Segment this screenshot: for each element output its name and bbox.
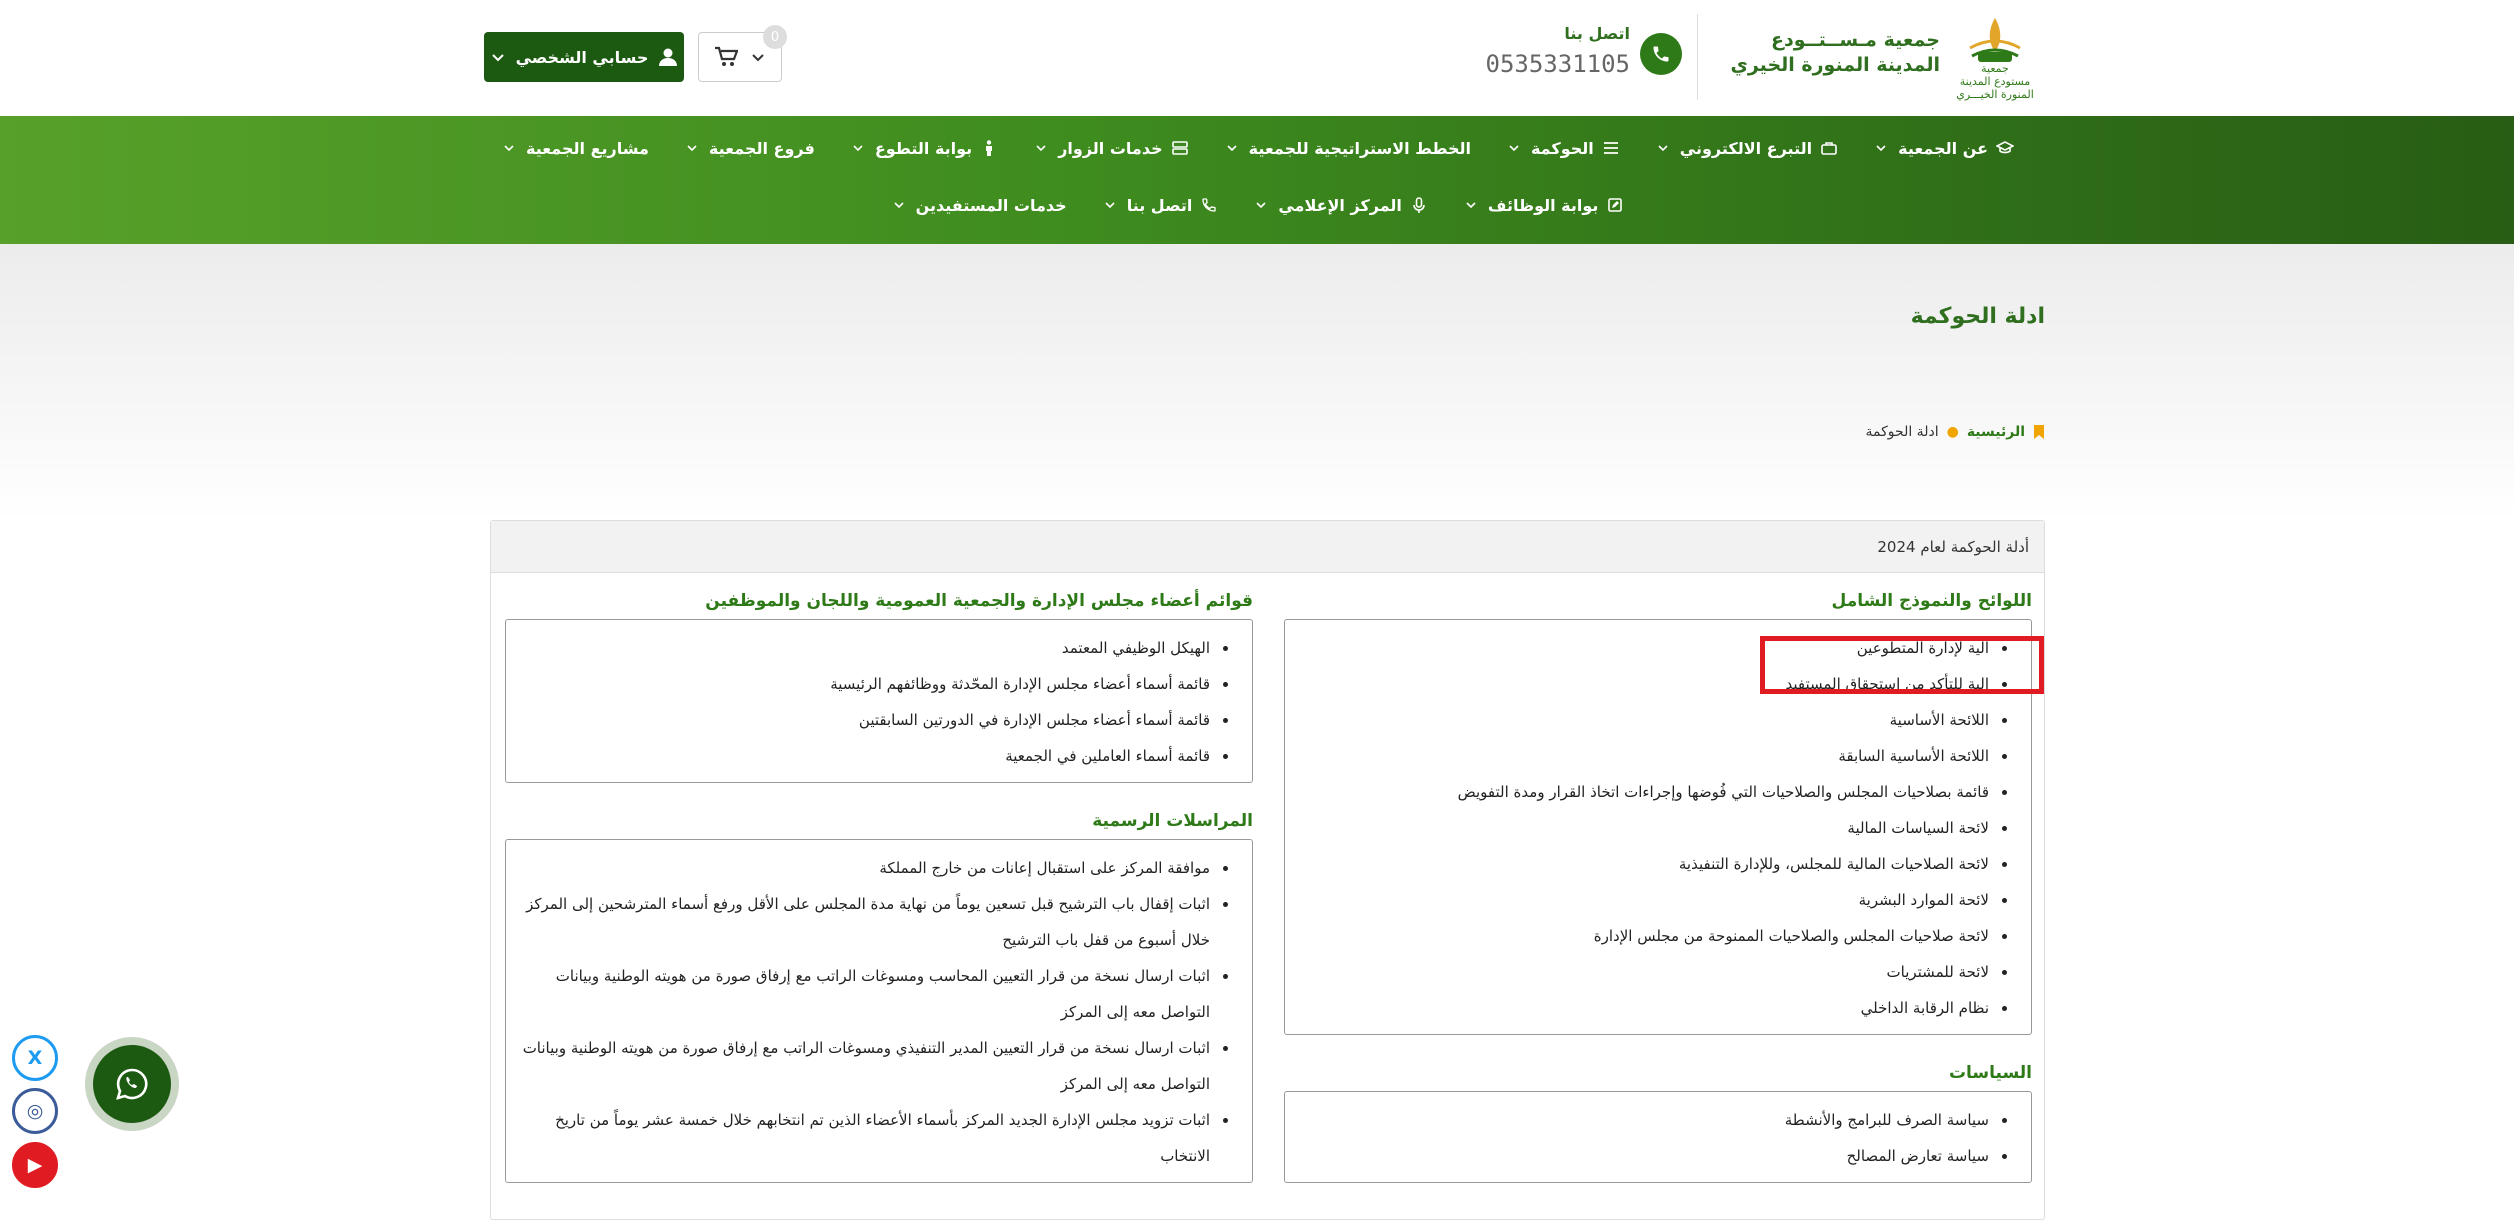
chevron-down-icon [1223, 139, 1241, 157]
section-title: اللوائح والنموذج الشامل [1831, 591, 2032, 611]
contact-label: اتصل بنا [1564, 24, 1630, 43]
list-item[interactable]: موافقة المركز على استقبال إعانات من خارج… [516, 850, 1212, 886]
list-item[interactable]: لائحة السياسات المالية [1295, 810, 1991, 846]
nav-row-2: بوابة الوظائف المركز الإعلامي اتصل بنا خ… [0, 193, 2514, 217]
list-item[interactable]: سياسة الصرف للبرامج والأنشطة [1295, 1102, 1991, 1138]
user-icon [659, 48, 678, 66]
breadcrumb-current: ادلة الحوكمة [1865, 424, 1939, 440]
org-name-line2: المدينة المنورة الخيري [1730, 54, 1940, 76]
cart-count-badge: 0 [763, 25, 787, 49]
nav-item-jobs[interactable]: بوابة الوظائف [1462, 193, 1624, 217]
chevron-down-icon [1101, 196, 1119, 214]
briefcase-icon [1820, 139, 1838, 157]
card-header[interactable]: أدلة الحوكمة لعام 2024 [491, 521, 2044, 573]
policies-list-box: سياسة الصرف للبرامج والأنشطة سياسة تعارض… [1284, 1091, 2032, 1183]
list-icon [1602, 139, 1620, 157]
logo-caption: جمعية مستودع المدينة المنورة الخيـــري [1956, 62, 2034, 101]
main-nav: عن الجمعية التبرع الالكتروني الحوكمة الخ… [0, 116, 2514, 244]
chevron-down-icon [1252, 196, 1270, 214]
list-item[interactable]: اثبات ارسال نسخة من قرار التعيين المدير … [516, 1030, 1212, 1102]
list-item[interactable]: نظام الرقابة الداخلي [1295, 990, 1991, 1026]
chevron-down-icon [1872, 139, 1890, 157]
whatsapp-button[interactable] [85, 1037, 179, 1131]
list-item[interactable]: لائحة للمشتريات [1295, 954, 1991, 990]
policies-list: سياسة الصرف للبرامج والأنشطة سياسة تعارض… [1295, 1102, 2017, 1174]
nav-item-volunteer[interactable]: بوابة التطوع [849, 136, 998, 160]
account-button[interactable]: حسابي الشخصي [484, 32, 684, 82]
list-item[interactable]: لائحة صلاحيات المجلس والصلاحيات الممنوحة… [1295, 918, 1991, 954]
members-list: الهيكل الوظيفي المعتمد قائمة أسماء أعضاء… [516, 630, 1238, 774]
server-icon [1171, 139, 1189, 157]
org-name-line1: جمعية مـســتــودع [1770, 29, 1940, 51]
phone-call-button[interactable] [1640, 33, 1682, 75]
list-item[interactable]: لائحة الموارد البشرية [1295, 882, 1991, 918]
chevron-down-icon [890, 196, 908, 214]
youtube-icon[interactable]: ▶ [12, 1142, 58, 1188]
nav-item-governance[interactable]: الحوكمة [1505, 136, 1620, 160]
section-title: السياسات [1948, 1063, 2032, 1083]
cart-icon [715, 46, 738, 66]
list-item[interactable]: اثبات تزويد مجلس الإدارة الجديد المركز ب… [516, 1102, 1212, 1174]
list-item[interactable]: اثبات ارسال نسخة من قرار التعيين المحاسب… [516, 958, 1212, 1030]
governance-card: أدلة الحوكمة لعام 2024 اللوائح والنموذج … [490, 520, 2045, 1220]
section-title: المراسلات الرسمية [1092, 811, 1253, 831]
breadcrumb: الرئيسية ● ادلة الحوكمة [1700, 424, 2045, 440]
site-header: جمعية مستودع المدينة المنورة الخيـــري ج… [0, 0, 2514, 116]
nav-item-strategic-plans[interactable]: الخطط الاستراتيجية للجمعية [1223, 136, 1471, 160]
nav-item-visitor-services[interactable]: خدمات الزوار [1032, 136, 1188, 160]
chevron-down-icon [683, 139, 701, 157]
nav-item-donate[interactable]: التبرع الالكتروني [1654, 136, 1838, 160]
edit-icon [1606, 196, 1624, 214]
nav-item-media-center[interactable]: المركز الإعلامي [1252, 193, 1428, 217]
breadcrumb-separator-icon: ● [1946, 424, 1959, 440]
person-icon [980, 139, 998, 157]
chevron-down-icon [500, 139, 518, 157]
nav-item-projects[interactable]: مشاريع الجمعية [500, 136, 649, 160]
nav-item-about[interactable]: عن الجمعية [1872, 136, 2015, 160]
page-hero: ادلة الحوكمة الرئيسية ● ادلة الحوكمة [0, 244, 2514, 520]
org-name[interactable]: جمعية مـســتــودع المدينة المنورة الخيري [1730, 28, 1940, 78]
whatsapp-icon [116, 1068, 148, 1100]
chevron-down-icon [1032, 139, 1050, 157]
list-item[interactable]: قائمة أسماء أعضاء مجلس الإدارة في الدورت… [516, 702, 1212, 738]
chevron-down-icon [1505, 139, 1523, 157]
phone-icon [1200, 196, 1218, 214]
section-title: قوائم أعضاء مجلس الإدارة والجمعية العموم… [705, 591, 1253, 611]
chevron-down-icon [1462, 196, 1480, 214]
list-item[interactable]: اثبات إقفال باب الترشيح قبل تسعين يوماً … [516, 886, 1212, 958]
microphone-icon [1410, 196, 1428, 214]
whatsapp-inner [93, 1045, 171, 1123]
list-item[interactable]: سياسة تعارض المصالح [1295, 1138, 1991, 1174]
correspondence-list: موافقة المركز على استقبال إعانات من خارج… [516, 850, 1238, 1174]
list-item[interactable]: الهيكل الوظيفي المعتمد [516, 630, 1212, 666]
contact-phone[interactable]: 0535331105 [1480, 50, 1631, 78]
chevron-down-icon [752, 54, 764, 62]
list-item[interactable]: قائمة أسماء أعضاء مجلس الإدارة المحّدثة … [516, 666, 1212, 702]
list-item[interactable]: اللائحة الأساسية السابقة [1295, 738, 1991, 774]
list-item[interactable]: لائحة الصلاحيات المالية للمجلس، وللإدارة… [1295, 846, 1991, 882]
nav-item-contact[interactable]: اتصل بنا [1101, 193, 1219, 217]
list-item[interactable]: اللائحة الأساسية [1295, 702, 1991, 738]
chevron-down-icon [491, 54, 504, 62]
chevron-down-icon [849, 139, 867, 157]
instagram-icon[interactable]: ◎ [12, 1088, 58, 1134]
left-column: قوائم أعضاء مجلس الإدارة والجمعية العموم… [505, 583, 1253, 1203]
x-twitter-icon[interactable]: X [12, 1035, 58, 1081]
phone-icon [1653, 46, 1669, 62]
members-list-box: الهيكل الوظيفي المعتمد قائمة أسماء أعضاء… [505, 619, 1253, 783]
nav-row-1: عن الجمعية التبرع الالكتروني الحوكمة الخ… [0, 136, 2514, 160]
nav-item-beneficiary-services[interactable]: خدمات المستفيدين [890, 193, 1067, 217]
account-label: حسابي الشخصي [515, 47, 649, 67]
list-item[interactable]: قائمة بصلاحيات المجلس والصلاحيات التي فُ… [1295, 774, 1991, 810]
graduation-cap-icon [1996, 139, 2015, 157]
list-item[interactable]: قائمة أسماء العاملين في الجمعية [516, 738, 1212, 774]
header-divider [1697, 14, 1698, 100]
chevron-down-icon [1654, 139, 1672, 157]
bookmark-icon [2034, 425, 2044, 439]
correspondence-list-box: موافقة المركز على استقبال إعانات من خارج… [505, 839, 1253, 1183]
nav-item-branches[interactable]: فروع الجمعية [683, 136, 815, 160]
breadcrumb-home-link[interactable]: الرئيسية [1967, 424, 2025, 440]
highlight-box [1760, 636, 2044, 694]
page-title: ادلة الحوكمة [1910, 304, 2045, 329]
